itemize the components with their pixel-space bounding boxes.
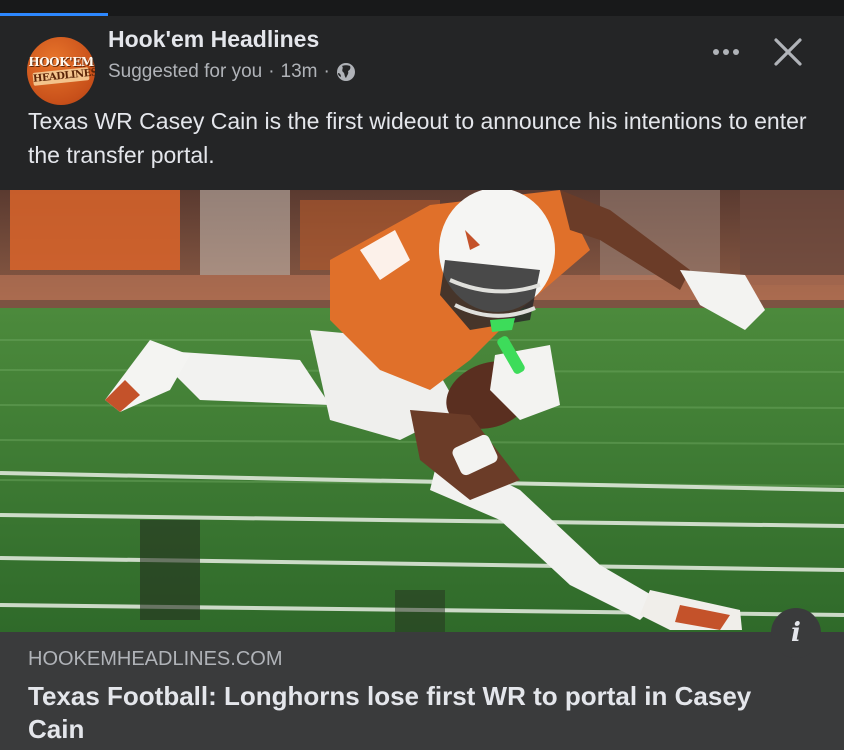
- globe-icon[interactable]: [336, 62, 356, 82]
- more-dot: [713, 49, 719, 55]
- more-dot: [723, 49, 729, 55]
- post-header: HOOK'EM HEADLINES Hook'em Headlines Sugg…: [0, 16, 844, 190]
- post-image[interactable]: [0, 190, 844, 632]
- meta-separator: ·: [268, 61, 275, 82]
- link-preview-card[interactable]: HOOKEMHEADLINES.COM Texas Football: Long…: [0, 632, 844, 750]
- more-options-button[interactable]: [708, 42, 744, 62]
- post-text: Texas WR Casey Cain is the first wideout…: [28, 108, 807, 168]
- page-avatar[interactable]: HOOK'EM HEADLINES: [27, 37, 95, 105]
- ad-info-button[interactable]: i: [771, 608, 821, 658]
- page-name-link[interactable]: Hook'em Headlines: [108, 26, 319, 53]
- avatar-logo-bottom-text: HEADLINES: [32, 67, 95, 86]
- suggested-label: Suggested for you: [108, 61, 263, 82]
- football-player-photo: [0, 190, 844, 632]
- link-domain: HOOKEMHEADLINES.COM: [28, 648, 283, 670]
- link-title[interactable]: Texas Football: Longhorns lose first WR …: [28, 680, 798, 746]
- post-time[interactable]: 13m: [281, 61, 318, 83]
- close-icon[interactable]: [770, 34, 806, 70]
- info-icon: i: [791, 618, 801, 648]
- more-dot: [733, 49, 739, 55]
- meta-separator: ·: [323, 61, 330, 82]
- post-meta: Suggested for you · 13m ·: [108, 61, 356, 83]
- top-bar: [0, 0, 844, 16]
